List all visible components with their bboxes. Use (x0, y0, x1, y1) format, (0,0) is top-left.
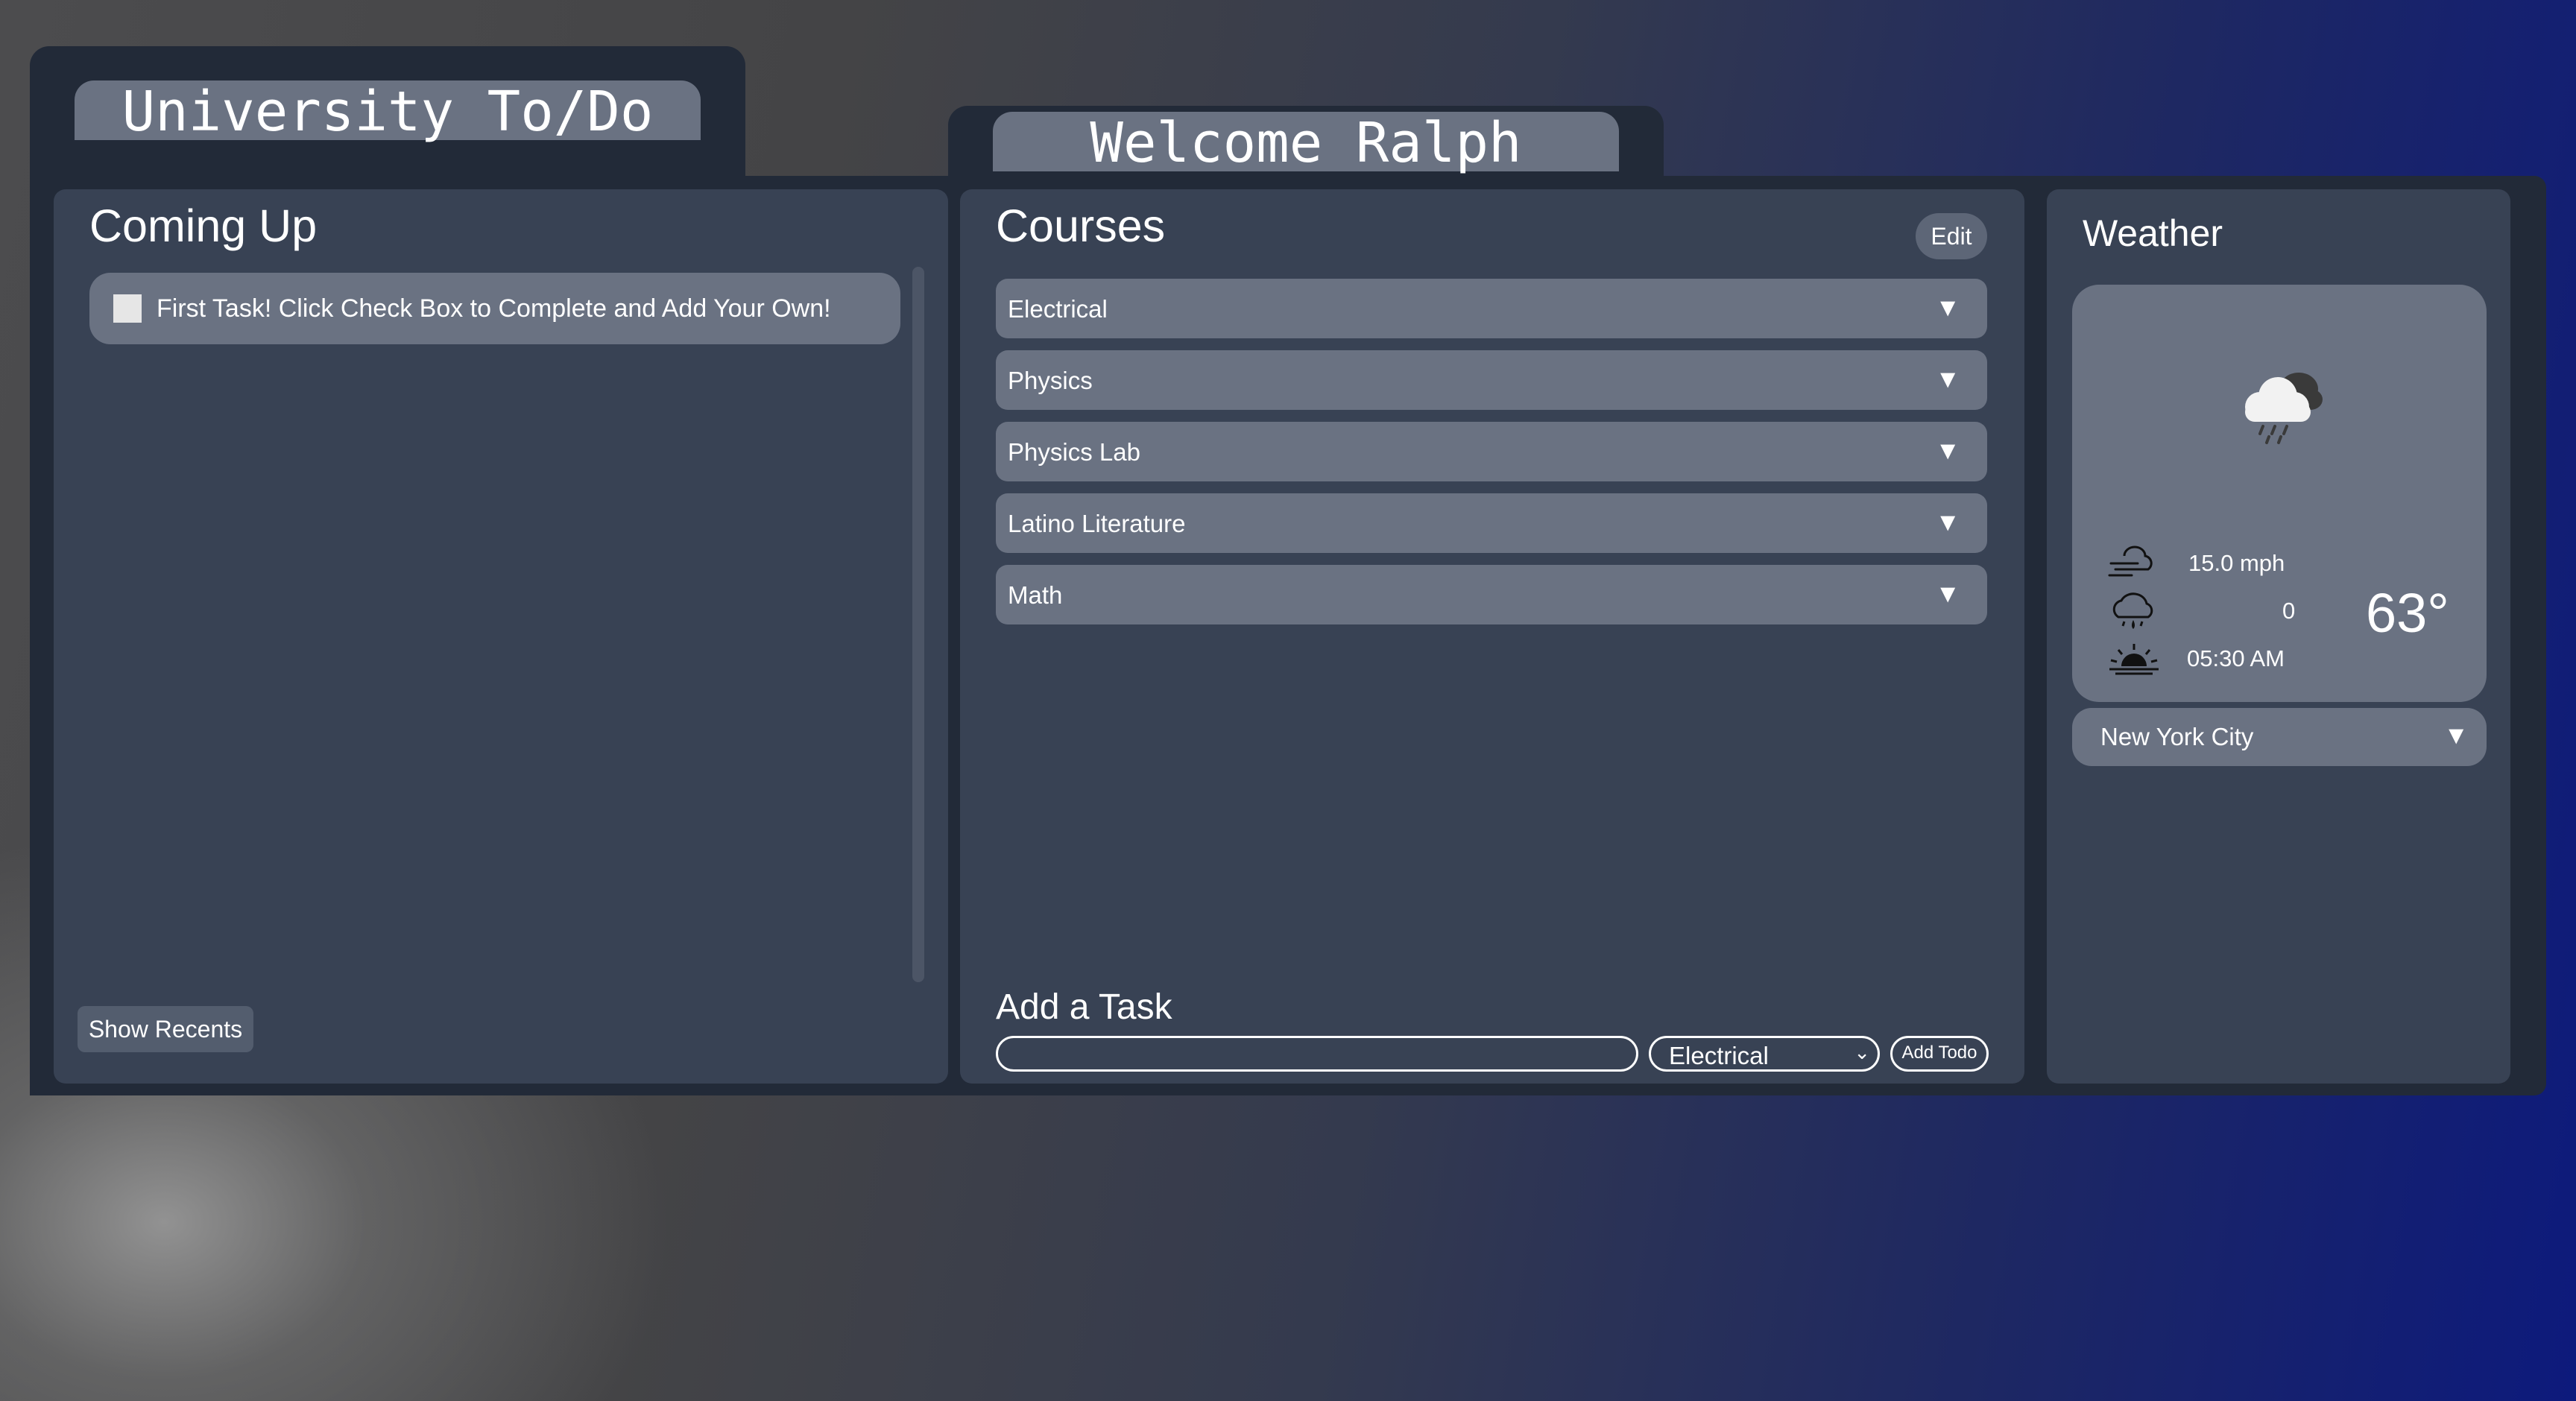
city-dropdown[interactable]: New York City ▼ (2072, 708, 2487, 766)
course-row-electrical[interactable]: Electrical ▼ (996, 279, 1987, 338)
courses-panel: Courses Edit Electrical ▼ Physics ▼ Phys… (960, 189, 2024, 1084)
app-title: University To/Do (75, 80, 701, 143)
add-todo-button[interactable]: Add Todo (1890, 1036, 1989, 1072)
new-task-input[interactable] (996, 1036, 1638, 1072)
sunrise-time: 05:30 AM (2187, 645, 2285, 671)
chevron-down-icon: ▼ (1935, 580, 1960, 608)
course-label: Physics Lab (1008, 438, 1140, 466)
courses-heading: Courses (996, 200, 1166, 251)
chevron-down-icon: ▼ (1935, 508, 1960, 537)
course-row-physics-lab[interactable]: Physics Lab ▼ (996, 422, 1987, 481)
show-recents-button[interactable]: Show Recents (78, 1006, 253, 1052)
task-item: First Task! Click Check Box to Complete … (89, 273, 900, 344)
weather-card: 15.0 mph 0 05:30 AM 63° (2072, 285, 2487, 702)
weather-panel: Weather 15.0 mph 0 05:30 AM 63° New York… (2047, 189, 2510, 1084)
course-row-latino-literature[interactable]: Latino Literature ▼ (996, 493, 1987, 553)
chevron-down-icon: ▼ (2443, 721, 2469, 750)
add-task-heading: Add a Task (996, 987, 1172, 1027)
task-text: First Task! Click Check Box to Complete … (157, 294, 831, 323)
sunrise-icon (2109, 644, 2159, 675)
precipitation-value: 0 (2282, 598, 2296, 624)
chevron-down-icon: ▼ (1935, 437, 1960, 465)
course-label: Math (1008, 581, 1063, 609)
temperature: 63° (2366, 582, 2449, 644)
cloud-rain-icon (2245, 373, 2323, 444)
chevron-down-icon: ▼ (1935, 294, 1960, 322)
edit-courses-button[interactable]: Edit (1916, 213, 1987, 259)
task-list-scrollbar[interactable] (912, 267, 924, 982)
welcome-title: Welcome Ralph (993, 112, 1619, 174)
precipitation-icon (2112, 592, 2153, 629)
chevron-down-icon: ▼ (1935, 365, 1960, 393)
coming-up-panel: Coming Up First Task! Click Check Box to… (54, 189, 948, 1084)
coming-up-heading: Coming Up (89, 200, 318, 251)
task-checkbox[interactable] (113, 294, 142, 323)
course-select[interactable]: Electrical ⌄ (1649, 1036, 1880, 1072)
course-label: Latino Literature (1008, 510, 1186, 537)
wind-speed: 15.0 mph (2188, 550, 2285, 576)
course-select-value: Electrical (1669, 1042, 1769, 1069)
weather-heading: Weather (2083, 212, 2223, 254)
course-row-physics[interactable]: Physics ▼ (996, 350, 1987, 410)
course-label: Physics (1008, 367, 1093, 394)
city-dropdown-value: New York City (2100, 723, 2254, 750)
course-label: Electrical (1008, 295, 1108, 323)
course-row-math[interactable]: Math ▼ (996, 565, 1987, 624)
wind-icon (2108, 545, 2153, 577)
chevron-down-icon: ⌄ (1854, 1041, 1870, 1063)
